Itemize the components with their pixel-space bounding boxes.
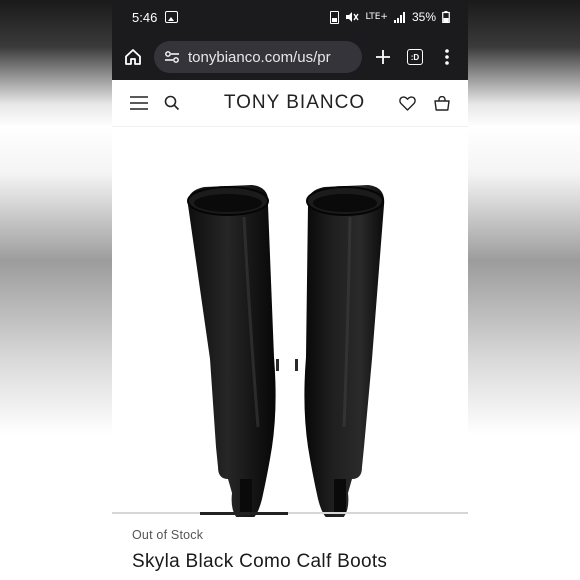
status-time: 5:46 [132, 9, 158, 25]
hamburger-menu-icon[interactable] [130, 96, 148, 110]
blurred-backdrop-left [0, 0, 112, 580]
brand-logo[interactable]: TONY BIANCO [190, 92, 399, 114]
browser-menu-button[interactable] [436, 46, 458, 68]
status-bar: 5:46 LTE+ 35% [112, 0, 468, 34]
gallery-notification-icon [165, 11, 179, 23]
phone-screen: 5:46 LTE+ 35% tonybianco.com/us/pr:D TO… [112, 0, 468, 580]
wishlist-heart-icon[interactable] [399, 95, 416, 111]
product-image[interactable] [112, 127, 468, 519]
product-title: Skyla Black Como Calf Boots [132, 551, 388, 572]
battery-icon [442, 11, 450, 23]
plus-icon [376, 50, 390, 64]
mute-icon [346, 12, 360, 22]
site-header: TONY BIANCO [112, 80, 468, 127]
tab-count: :D [407, 49, 423, 65]
carousel-active-segment [200, 512, 288, 515]
search-icon[interactable] [164, 95, 180, 111]
browser-toolbar: tonybianco.com/us/pr :D [112, 34, 468, 80]
battery-percent: 35% [411, 10, 436, 24]
home-button[interactable] [122, 46, 144, 68]
image-carousel-indicator[interactable] [112, 512, 468, 515]
more-vert-icon [445, 49, 449, 65]
boots-photo [187, 185, 385, 519]
address-bar[interactable]: tonybianco.com/us/pr [154, 41, 362, 73]
battery-saver-icon [330, 10, 340, 24]
new-tab-button[interactable] [372, 46, 394, 68]
site-settings-icon[interactable] [164, 50, 180, 64]
shopping-bag-icon[interactable] [434, 95, 450, 111]
tab-switcher-button[interactable]: :D [404, 46, 426, 68]
url-text: tonybianco.com/us/pr [188, 48, 331, 66]
blurred-backdrop-right [468, 0, 580, 580]
signal-icon [393, 11, 405, 23]
home-icon [125, 49, 141, 65]
network-type: LTE+ [365, 12, 388, 22]
stock-status: Out of Stock [132, 528, 204, 542]
